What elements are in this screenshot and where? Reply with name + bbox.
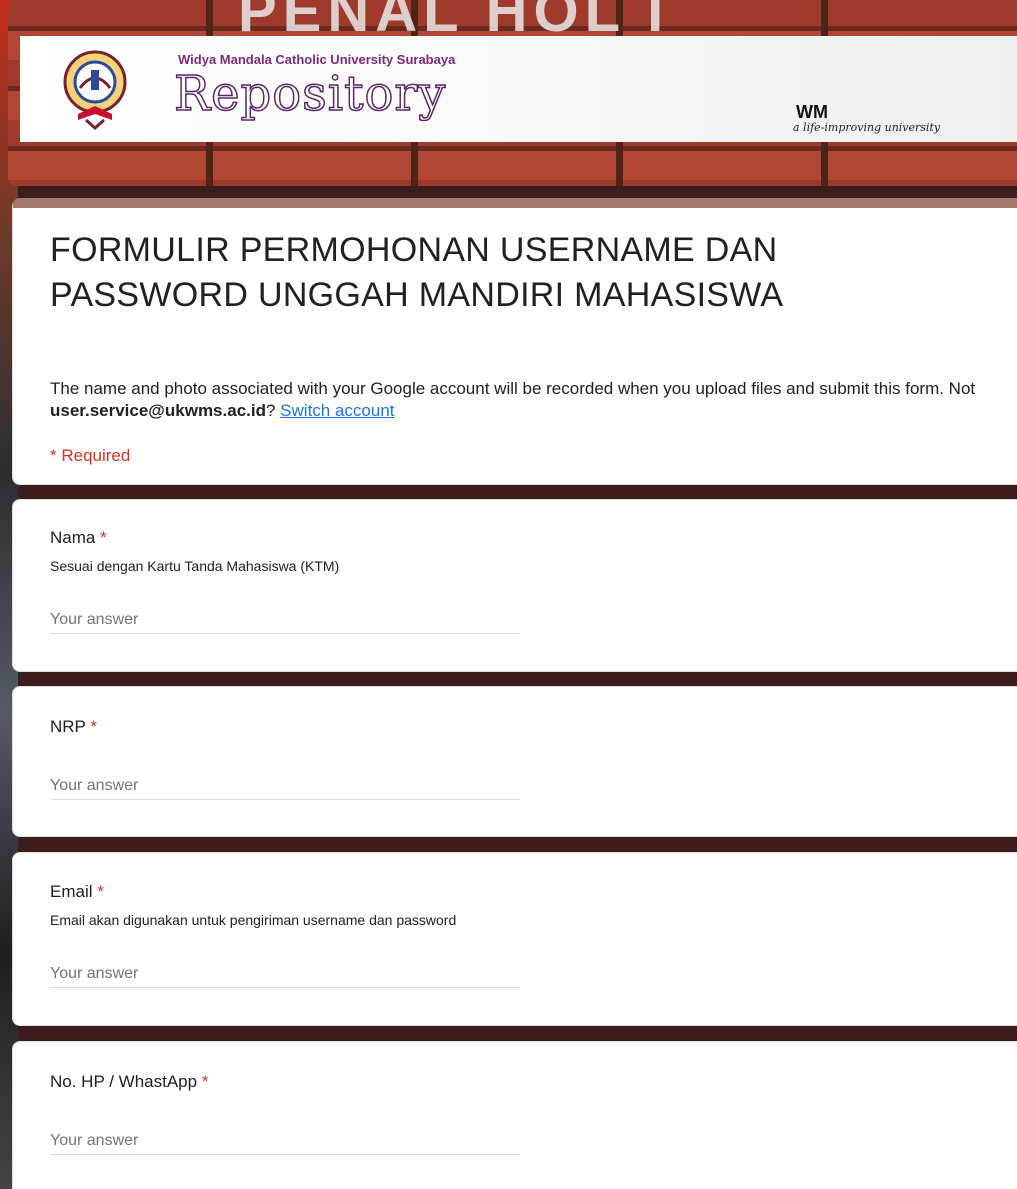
repository-title: Repository [173, 65, 447, 123]
question-card-email: Email * Email akan digunakan untuk pengi… [12, 852, 1017, 1026]
notice-suffix: ? [265, 401, 281, 420]
email-input[interactable] [50, 961, 520, 988]
question-label: NRP * [50, 717, 97, 737]
question-help: Sesuai dengan Kartu Tanda Mahasiswa (KTM… [50, 558, 340, 574]
question-label: Nama * [50, 528, 107, 548]
banner-panel: Widya Mandala Catholic University Suraba… [20, 36, 1017, 142]
required-star: * [197, 1072, 209, 1091]
question-title: Nama [50, 528, 96, 547]
question-card-nama: Nama * Sesuai dengan Kartu Tanda Mahasis… [12, 499, 1017, 672]
required-note: * Required [50, 446, 131, 465]
question-title: No. HP / WhastApp [50, 1072, 198, 1091]
nrp-input[interactable] [50, 773, 520, 800]
wm-tagline: a life-improving university [793, 121, 941, 134]
question-card-nrp: NRP * [12, 686, 1017, 837]
nama-input[interactable] [50, 607, 520, 634]
question-help: Email akan digunakan untuk pengiriman us… [50, 912, 457, 928]
required-star: * [92, 882, 104, 901]
account-notice: The name and photo associated with your … [50, 378, 1000, 422]
university-name: Widya Mandala Catholic University Suraba… [178, 52, 456, 67]
page: PENAL HOL I Widya Mandala Catholic Unive… [0, 0, 1017, 1189]
question-card-phone: No. HP / WhastApp * [12, 1041, 1017, 1189]
required-star: * [95, 528, 107, 547]
required-star: * [85, 717, 97, 736]
notice-text: The name and photo associated with your … [50, 379, 976, 398]
question-title: NRP [50, 717, 86, 736]
university-seal-icon [63, 50, 127, 130]
account-email: user.service@ukwms.ac.id [50, 401, 266, 420]
wm-logo: WM [796, 102, 828, 122]
question-title: Email [50, 882, 93, 901]
form-header-card: FORMULIR PERMOHONAN USERNAME DAN PASSWOR… [12, 198, 1017, 485]
repository-banner: PENAL HOL I Widya Mandala Catholic Unive… [8, 0, 1017, 186]
question-label: No. HP / WhastApp * [50, 1072, 208, 1092]
switch-account-link[interactable]: Switch account [280, 401, 394, 420]
form-title: FORMULIR PERMOHONAN USERNAME DAN PASSWOR… [50, 231, 784, 314]
phone-input[interactable] [50, 1128, 520, 1155]
question-label: Email * [50, 882, 104, 902]
